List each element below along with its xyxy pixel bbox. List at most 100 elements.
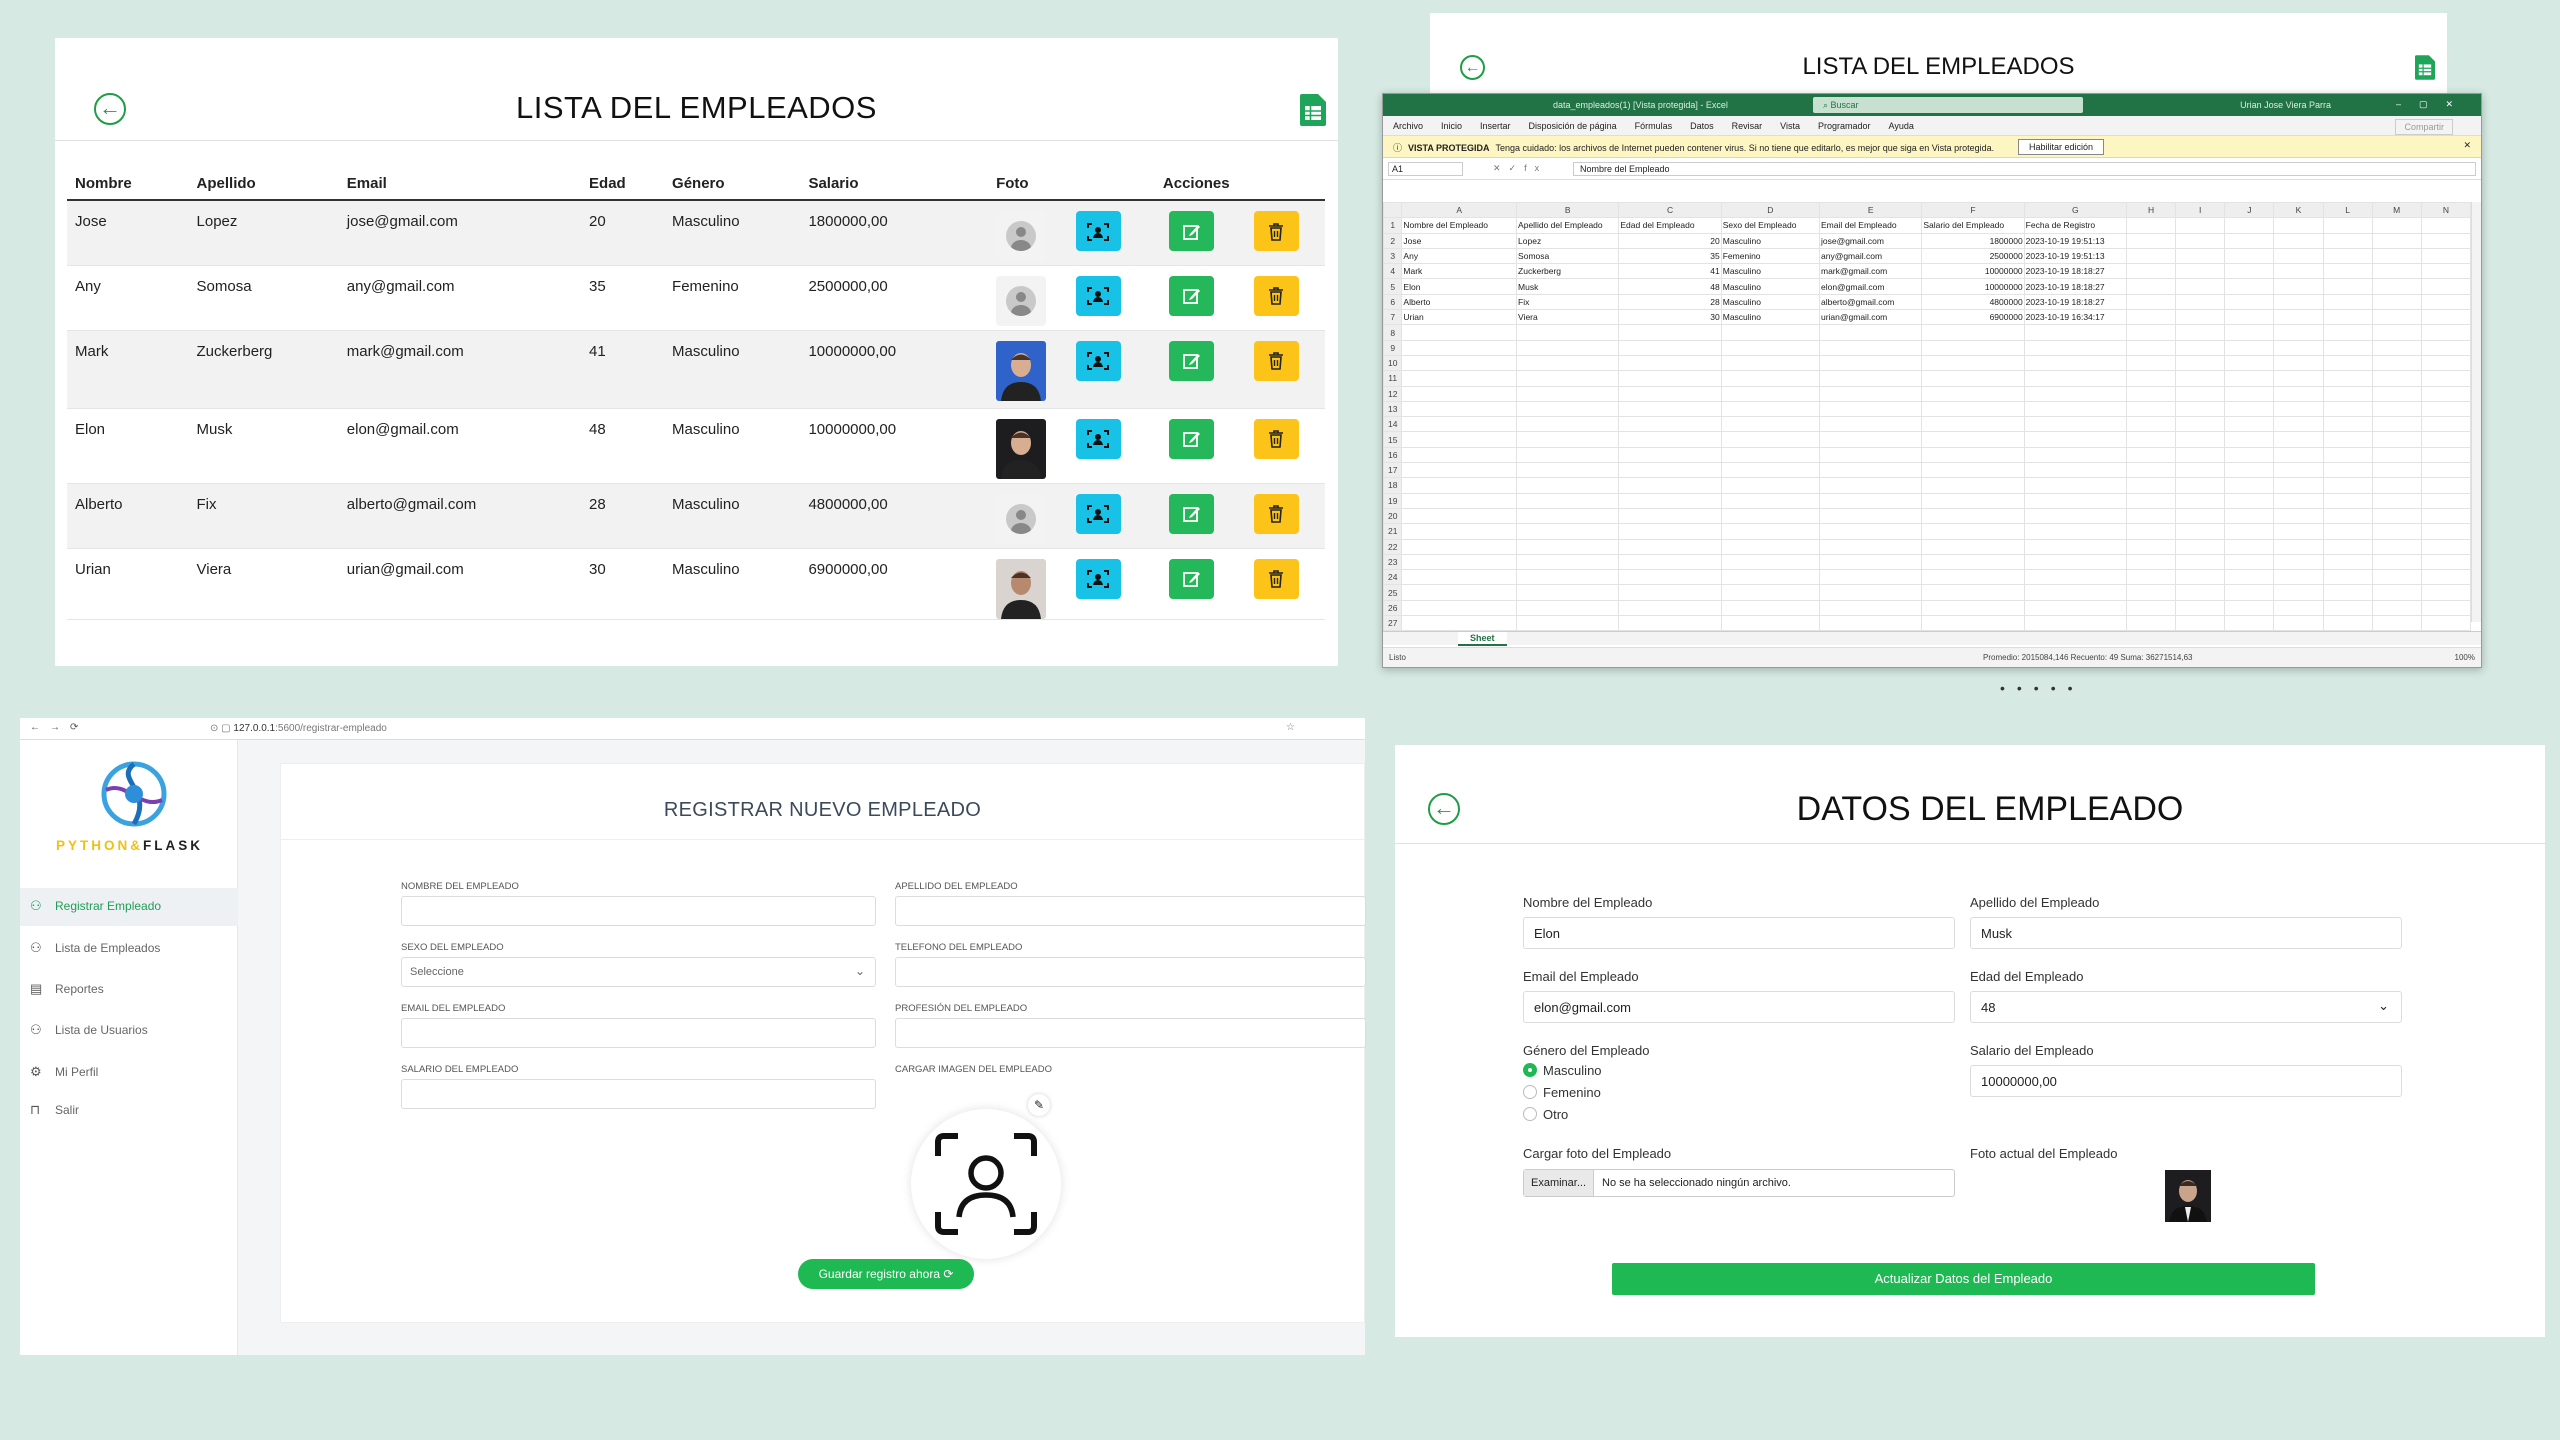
sheet-cell[interactable]: Lopez [1516, 232, 1620, 249]
sheet-cell[interactable]: Email del Empleado [1818, 217, 1923, 234]
edit-button[interactable] [1169, 340, 1215, 381]
sheet-cell[interactable] [2224, 278, 2275, 295]
sheet-cell[interactable] [2420, 599, 2472, 617]
salario-input[interactable]: 10000000,00 [1970, 1065, 2402, 1097]
sheet-cell[interactable] [2371, 309, 2422, 326]
sheet-cell[interactable] [2273, 324, 2324, 341]
sheet-cell[interactable] [1720, 416, 1820, 433]
sheet-cell[interactable] [2371, 492, 2422, 509]
sheet-cell[interactable]: urian@gmail.com [1818, 309, 1923, 326]
sheet-cell[interactable]: 4800000 [1921, 293, 2025, 311]
column-header[interactable]: F [1921, 201, 2025, 219]
sheet-cell[interactable] [2023, 400, 2128, 418]
row-number[interactable]: 7 [1382, 309, 1403, 326]
sheet-cell[interactable] [2023, 538, 2128, 555]
sheet-cell[interactable] [2175, 217, 2226, 234]
sheet-cell[interactable] [1720, 370, 1820, 387]
sheet-cell[interactable] [2371, 217, 2422, 234]
sheet-cell[interactable] [2126, 584, 2177, 601]
sheet-cell[interactable] [2224, 370, 2275, 387]
column-header[interactable]: C [1618, 201, 1722, 219]
sheet-cell[interactable] [2126, 232, 2177, 249]
salario-input[interactable] [401, 1079, 876, 1109]
sheet-cell[interactable] [1921, 523, 2025, 540]
row-number[interactable]: 19 [1382, 492, 1403, 509]
sheet-cell[interactable] [1401, 431, 1518, 448]
sheet-cell[interactable]: Edad del Empleado [1618, 217, 1722, 234]
ribbon-tab[interactable]: Programador [1818, 121, 1871, 131]
sheet-cell[interactable] [1921, 354, 2025, 372]
sheet-cell[interactable] [1818, 462, 1923, 479]
column-header[interactable]: K [2273, 201, 2324, 219]
sheet-cell[interactable] [2023, 462, 2128, 479]
sheet-cell[interactable]: Any [1401, 247, 1518, 265]
sheet-cell[interactable] [2023, 385, 2128, 402]
sheet-cell[interactable] [2175, 523, 2226, 540]
delete-button[interactable] [1253, 558, 1299, 599]
row-number[interactable]: 14 [1382, 416, 1403, 433]
sheet-cell[interactable] [2322, 217, 2373, 234]
sheet-cell[interactable] [1921, 615, 2025, 632]
sheet-cell[interactable] [2175, 385, 2226, 402]
sheet-cell[interactable] [1720, 477, 1820, 494]
sheet-cell[interactable] [1818, 584, 1923, 601]
sheet-cell[interactable] [1720, 569, 1820, 586]
sheet-cell[interactable] [2420, 569, 2472, 586]
radio-masculino[interactable]: Masculino [1523, 1063, 1602, 1078]
sheet-cell[interactable] [2371, 263, 2422, 280]
sheet-cell[interactable] [2126, 263, 2177, 280]
sheet-cell[interactable] [1618, 538, 1722, 555]
sheet-cell[interactable] [2175, 278, 2226, 295]
sheet-cell[interactable] [1720, 446, 1820, 464]
sheet-cell[interactable] [2322, 263, 2373, 280]
row-number[interactable]: 11 [1382, 370, 1403, 387]
sheet-cell[interactable] [2371, 599, 2422, 617]
sheet-cell[interactable] [1516, 446, 1620, 464]
sheet-cell[interactable] [1618, 492, 1722, 509]
sheet-cell[interactable]: Mark [1401, 263, 1518, 280]
sheet-cell[interactable] [2420, 507, 2472, 525]
sheet-cell[interactable] [2371, 477, 2422, 494]
sheet-cell[interactable] [1921, 507, 2025, 525]
sheet-cell[interactable] [2126, 569, 2177, 586]
sheet-cell[interactable] [2273, 400, 2324, 418]
sheet-cell[interactable] [1720, 354, 1820, 372]
sheet-cell[interactable] [2420, 446, 2472, 464]
row-number[interactable]: 25 [1382, 584, 1403, 601]
ribbon-tab[interactable]: Vista [1780, 121, 1800, 131]
sheet-cell[interactable] [1618, 477, 1722, 494]
vertical-scrollbar[interactable] [2471, 202, 2481, 622]
sheet-cell[interactable] [1618, 446, 1722, 464]
sheet-cell[interactable] [2126, 385, 2177, 402]
radio-femenino[interactable]: Femenino [1523, 1085, 1601, 1100]
sheet-cell[interactable] [2420, 523, 2472, 540]
sheet-cell[interactable] [2420, 431, 2472, 448]
sheet-cell[interactable]: 2023-10-19 18:18:27 [2023, 293, 2128, 311]
sheet-cell[interactable] [1516, 584, 1620, 601]
sheet-tab[interactable]: Sheet [1458, 632, 1507, 646]
sheet-cell[interactable] [2175, 431, 2226, 448]
profesion-input[interactable] [895, 1018, 1366, 1048]
sheet-cell[interactable] [1401, 553, 1518, 571]
sheet-cell[interactable] [2023, 569, 2128, 586]
column-header[interactable]: A [1401, 201, 1518, 219]
sheet-cell[interactable]: Fix [1516, 293, 1620, 311]
ribbon-tab[interactable]: Revisar [1732, 121, 1763, 131]
telefono-input[interactable] [895, 957, 1366, 987]
sheet-cell[interactable] [2371, 538, 2422, 555]
sheet-cell[interactable] [2322, 247, 2373, 265]
edit-button[interactable] [1169, 493, 1215, 534]
sheet-cell[interactable] [2420, 615, 2472, 632]
sheet-cell[interactable] [1516, 477, 1620, 494]
sheet-cell[interactable]: elon@gmail.com [1818, 278, 1923, 295]
enable-editing-button[interactable]: Habilitar edición [2018, 139, 2105, 155]
sheet-cell[interactable] [1618, 553, 1722, 571]
edit-button[interactable] [1169, 275, 1215, 316]
window-controls[interactable]: –▢✕ [2396, 99, 2471, 110]
sheet-cell[interactable] [2023, 477, 2128, 494]
sheet-cell[interactable] [2322, 278, 2373, 295]
row-number[interactable]: 9 [1382, 339, 1403, 356]
sheet-cell[interactable]: 2023-10-19 16:34:17 [2023, 309, 2128, 326]
sheet-cell[interactable] [2273, 293, 2324, 311]
sheet-cell[interactable] [1921, 324, 2025, 341]
